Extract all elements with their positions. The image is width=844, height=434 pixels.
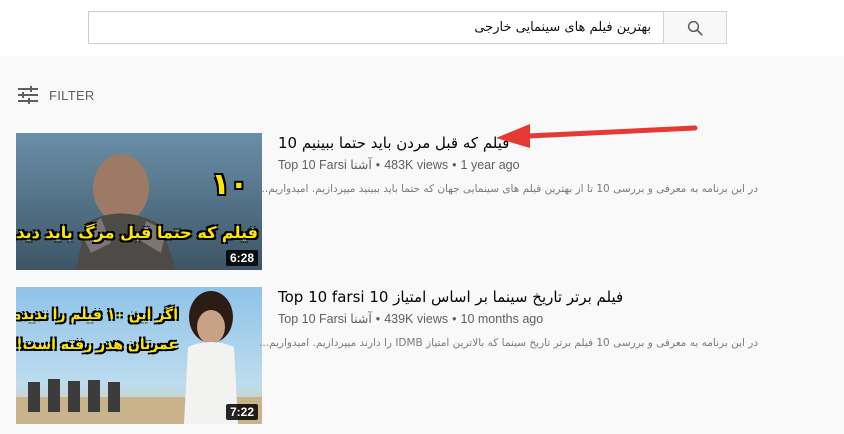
video-description: در این برنامه به معرفی و بررسی 10 تا از … — [258, 183, 758, 195]
video-meta: Top 10 Farsi آشنا • 439K views • 10 mont… — [278, 311, 758, 327]
search-box[interactable] — [88, 11, 663, 44]
thumbnail-caption-top: اگر این ۱۰ فیلم را ندیده اید — [16, 307, 178, 323]
video-thumbnail[interactable]: ۱۰ فیلم که حتما قبل مرگ باید دید 6:28 — [16, 133, 262, 270]
upload-age: 10 months ago — [460, 312, 544, 326]
search-button[interactable] — [663, 11, 727, 44]
view-count: 439K views — [384, 312, 449, 326]
annotation-arrow-icon — [496, 124, 698, 148]
search-input[interactable] — [89, 12, 663, 43]
video-duration: 7:22 — [225, 404, 258, 420]
video-title[interactable]: Top 10 farsi فیلم برتر تاریخ سینما بر اس… — [278, 287, 758, 307]
meta-separator: • — [452, 158, 457, 172]
thumbnail-caption: فیلم که حتما قبل مرگ باید دید — [16, 223, 258, 242]
channel-name[interactable]: Top 10 Farsi آشنا — [278, 311, 372, 327]
video-result[interactable]: اگر این ۱۰ فیلم را ندیده اید عمرتان هدر … — [16, 287, 836, 424]
thumbnail-caption-bottom: عمرتان هدر رفته است! — [16, 337, 178, 353]
search-icon — [687, 20, 703, 36]
video-info: Top 10 farsi فیلم برتر تاریخ سینما بر اس… — [259, 287, 758, 351]
thumbnail-caption-number: ۱۰ — [211, 167, 248, 202]
video-result[interactable]: ۱۰ فیلم که حتما قبل مرگ باید دید 6:28 فی… — [16, 133, 836, 270]
top-bar — [0, 0, 844, 56]
filter-button[interactable]: FILTER — [18, 84, 95, 106]
meta-separator: • — [452, 312, 457, 326]
upload-age: 1 year ago — [460, 158, 520, 172]
filter-sliders-icon — [18, 86, 38, 104]
video-description: در این برنامه به معرفی و بررسی 10 فیلم ب… — [259, 337, 758, 349]
video-meta: Top 10 Farsi آشنا • 483K views • 1 year … — [278, 157, 758, 173]
video-duration: 6:28 — [225, 250, 258, 266]
meta-separator: • — [375, 158, 381, 172]
view-count: 483K views — [384, 158, 449, 172]
channel-name[interactable]: Top 10 Farsi آشنا — [278, 157, 372, 173]
meta-separator: • — [375, 312, 381, 326]
filter-label: FILTER — [49, 87, 95, 103]
video-thumbnail[interactable]: اگر این ۱۰ فیلم را ندیده اید عمرتان هدر … — [16, 287, 262, 424]
